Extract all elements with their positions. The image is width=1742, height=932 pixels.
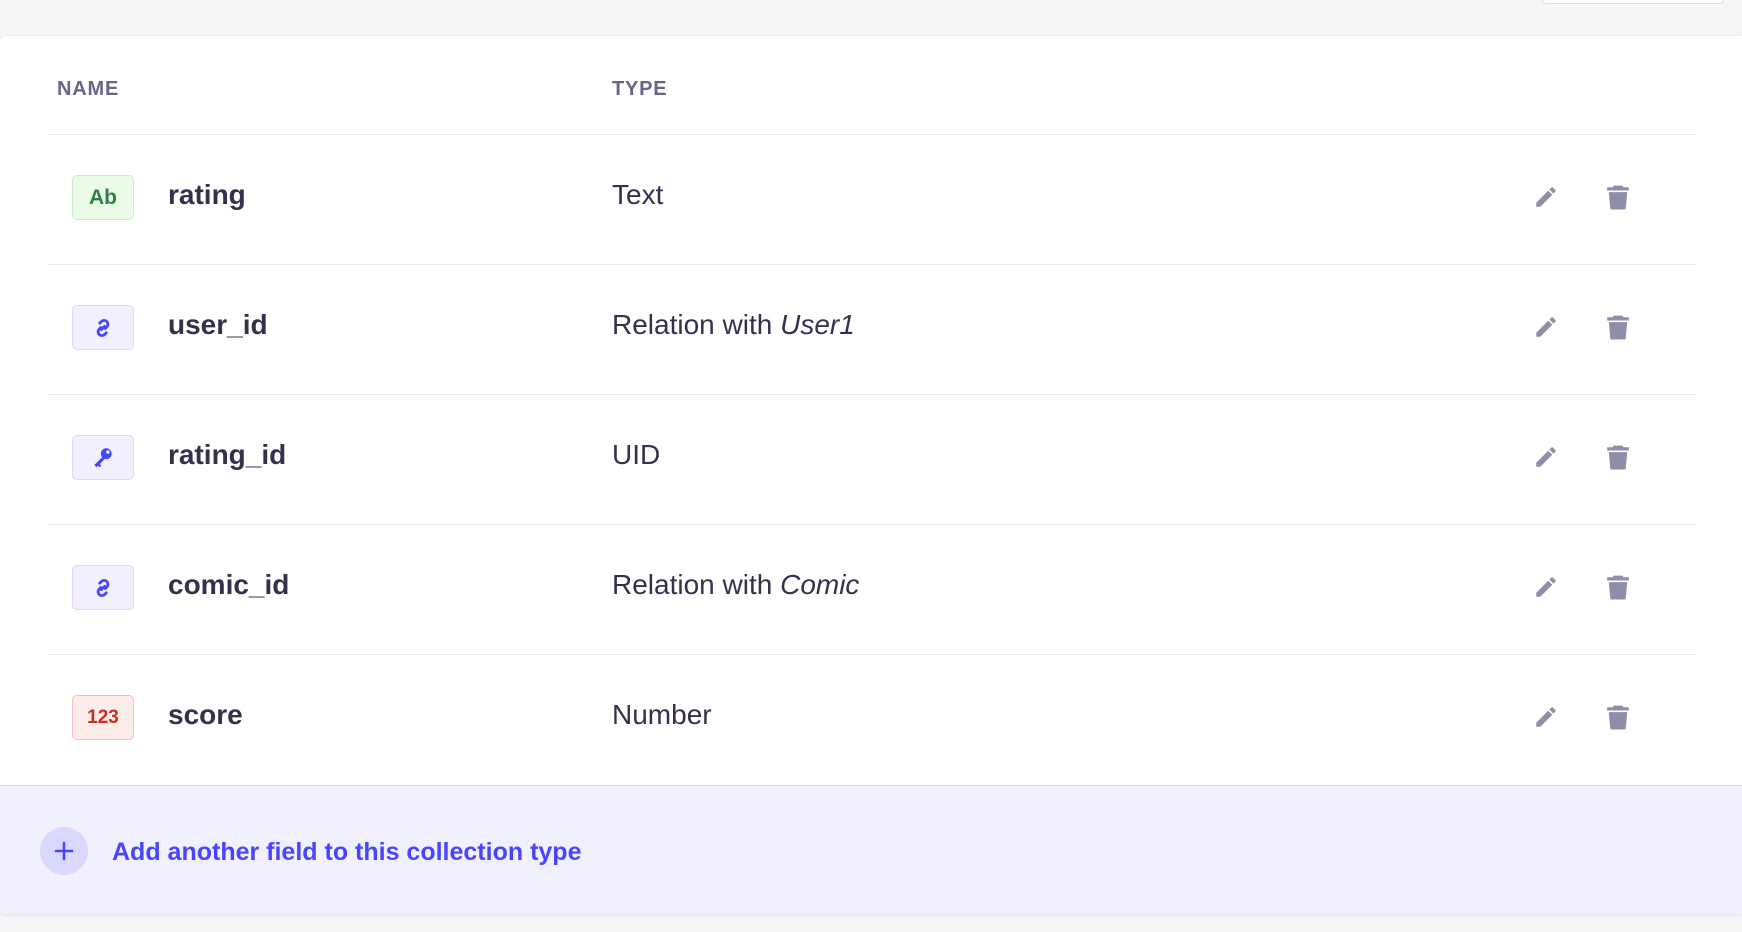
add-field-link[interactable]: Add another field to this collection typ… [112, 838, 581, 867]
fields-table: NAME TYPE Ab rating Text user_id Relatio… [48, 36, 1696, 784]
field-type: Relation with Comic [612, 569, 859, 601]
top-right-control-edge[interactable] [1542, 0, 1724, 4]
field-name: comic_id [168, 569, 290, 600]
link-icon [96, 318, 110, 337]
pencil-icon [1536, 577, 1556, 597]
column-header-name: NAME [57, 78, 120, 100]
pencil-icon [1536, 447, 1556, 467]
field-type-label: Number [612, 699, 712, 730]
field-name: score [168, 699, 243, 730]
field-type-label: Relation with [612, 569, 781, 600]
field-name: rating_id [168, 439, 287, 470]
trash-icon [1607, 445, 1629, 470]
column-header-type: TYPE [612, 78, 668, 100]
key-icon [94, 447, 112, 467]
edit-field-button[interactable] [1528, 179, 1564, 215]
delete-field-button[interactable] [1600, 699, 1636, 735]
icon-text: Ab [89, 185, 117, 209]
field-type: Number [612, 699, 712, 731]
table-row: comic_id Relation with Comic [48, 525, 1696, 655]
pencil-icon [1536, 187, 1556, 207]
delete-field-button[interactable] [1600, 309, 1636, 345]
relation-link-icon [72, 565, 134, 610]
table-row: rating_id UID [48, 395, 1696, 525]
pencil-icon [1536, 707, 1556, 727]
delete-field-button[interactable] [1600, 569, 1636, 605]
edit-field-button[interactable] [1528, 699, 1564, 735]
edit-field-button[interactable] [1528, 569, 1564, 605]
table-row: Ab rating Text [48, 135, 1696, 265]
uid-key-icon [72, 435, 134, 480]
trash-icon [1607, 185, 1629, 210]
field-type: Relation with User1 [612, 309, 855, 341]
pencil-icon [1536, 317, 1556, 337]
delete-field-button[interactable] [1600, 179, 1636, 215]
field-name: rating [168, 179, 246, 210]
table-row: user_id Relation with User1 [48, 265, 1696, 395]
icon-text: 123 [87, 706, 119, 728]
text-type-icon: Ab [72, 175, 134, 220]
table-header: NAME TYPE [48, 36, 1696, 135]
field-type-label: UID [612, 439, 661, 470]
fields-card: NAME TYPE Ab rating Text user_id Relatio… [0, 36, 1742, 914]
field-type-label: Text [612, 179, 664, 210]
number-type-icon: 123 [72, 695, 134, 740]
field-type: UID [612, 439, 660, 471]
field-type: Text [612, 179, 663, 211]
edit-field-button[interactable] [1528, 309, 1564, 345]
relation-target: User1 [780, 309, 855, 340]
field-name: user_id [168, 309, 268, 340]
link-icon [96, 578, 110, 597]
field-type-label: Relation with [612, 309, 781, 340]
table-row: 123 score Number [48, 655, 1696, 784]
relation-target: Comic [780, 569, 860, 600]
add-field-footer[interactable]: Add another field to this collection typ… [0, 785, 1742, 914]
trash-icon [1607, 315, 1629, 340]
relation-link-icon [72, 305, 134, 350]
trash-icon [1607, 705, 1629, 730]
edit-field-button[interactable] [1528, 439, 1564, 475]
delete-field-button[interactable] [1600, 439, 1636, 475]
trash-icon [1607, 575, 1629, 600]
plus-icon[interactable] [40, 827, 88, 875]
